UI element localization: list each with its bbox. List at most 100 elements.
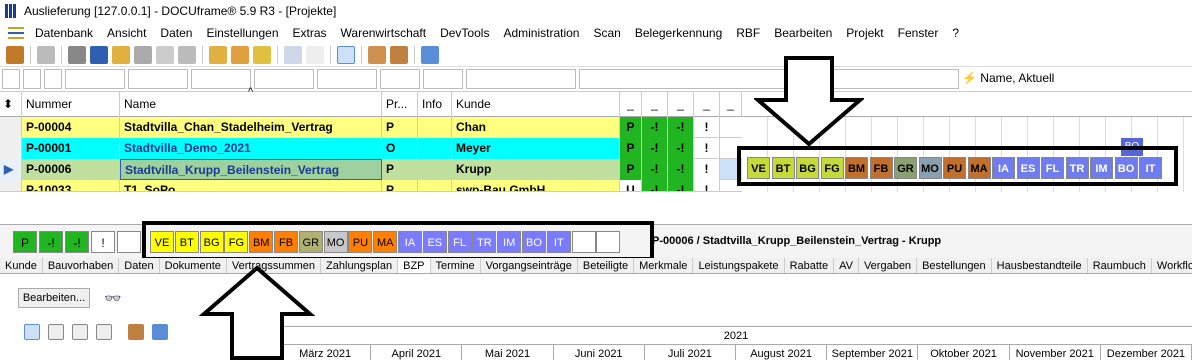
filter-field-5[interactable] — [191, 69, 251, 89]
filter-field-3[interactable] — [65, 69, 125, 89]
tab-kunde[interactable]: Kunde — [0, 258, 43, 273]
menu-warenwirtschaft[interactable]: Warenwirtschaft — [334, 23, 434, 43]
tab-merkmale[interactable]: Merkmale — [634, 258, 694, 273]
menu-datenbank[interactable]: Datenbank — [28, 23, 100, 43]
edit-pen-icon[interactable] — [128, 324, 144, 340]
tab-bauvorhaben[interactable]: Bauvorhaben — [43, 258, 120, 273]
column-prioritaet[interactable]: Pr... — [382, 92, 418, 117]
tab-zahlungsplan[interactable]: Zahlungsplan — [321, 258, 399, 273]
tab-beteiligte[interactable]: Beteiligte — [578, 258, 635, 273]
filter-field-6[interactable] — [254, 69, 314, 89]
filter-field-4[interactable] — [128, 69, 188, 89]
list-icon[interactable] — [90, 45, 108, 64]
card-icon[interactable] — [68, 45, 86, 64]
view-list-icon[interactable] — [24, 324, 40, 340]
clip-icon[interactable] — [156, 45, 174, 64]
user-edit-icon[interactable] — [390, 45, 408, 64]
filter-field-8[interactable] — [380, 69, 420, 89]
menu-app-icon[interactable] — [8, 27, 24, 39]
view-table-icon[interactable] — [72, 324, 88, 340]
column-nummer[interactable]: Nummer — [22, 92, 120, 117]
view-card-icon[interactable] — [48, 324, 64, 340]
tab-raumbuch[interactable]: Raumbuch — [1088, 258, 1152, 273]
tab-vorgangseintr-ge[interactable]: Vorgangseinträge — [481, 258, 578, 273]
menu-belegerkennung[interactable]: Belegerkennung — [628, 23, 729, 43]
row-indicator[interactable] — [0, 117, 22, 138]
sort-arrow-icon: ^ — [248, 86, 254, 98]
menu-scan[interactable]: Scan — [586, 23, 627, 43]
tab-termine[interactable]: Termine — [431, 258, 481, 273]
tab-daten[interactable]: Daten — [119, 258, 160, 273]
column-s4[interactable]: _ — [694, 92, 720, 117]
timeline-month: Juni 2021 — [554, 345, 645, 360]
menu-fenster[interactable]: Fenster — [891, 23, 946, 43]
column-s3[interactable]: _ — [668, 92, 694, 117]
status-p: P — [620, 138, 642, 159]
row-indicator[interactable] — [0, 138, 22, 159]
toolbar-separator — [330, 45, 331, 64]
tab-rabatte[interactable]: Rabatte — [785, 258, 835, 273]
copy-icon[interactable] — [134, 45, 152, 64]
users-icon[interactable] — [368, 45, 386, 64]
status-chip-left-0: P — [13, 231, 37, 253]
column-info[interactable]: Info — [418, 92, 452, 117]
search-next-icon[interactable] — [306, 45, 324, 64]
column-kunde[interactable]: Kunde — [452, 92, 620, 117]
tab-workflows[interactable]: Workflows — [1152, 258, 1192, 273]
export-icon[interactable] — [253, 45, 271, 64]
menu-extras[interactable]: Extras — [286, 23, 334, 43]
search-icon[interactable] — [284, 45, 302, 64]
print-icon[interactable] — [37, 45, 55, 64]
filter-toggle[interactable] — [2, 69, 20, 89]
tab-leistungspakete[interactable]: Leistungspakete — [693, 258, 785, 273]
menu-help[interactable]: ? — [945, 23, 966, 43]
timeline-year: 2021 — [280, 327, 1192, 345]
folder-icon[interactable] — [112, 45, 130, 64]
move-folder-icon[interactable] — [231, 45, 249, 64]
timeline-month: August 2021 — [736, 345, 828, 360]
filter-field-9[interactable] — [423, 69, 463, 89]
menu-daten[interactable]: Daten — [153, 23, 199, 43]
workflow-icon[interactable] — [421, 45, 439, 64]
status-warn-2: -! — [668, 159, 694, 180]
edit-button[interactable]: Bearbeiten... — [18, 288, 90, 308]
menu-administration[interactable]: Administration — [496, 23, 586, 43]
column-s1[interactable]: _ — [620, 92, 642, 117]
status-p: P — [620, 117, 642, 138]
filter-field-2[interactable] — [44, 69, 62, 89]
tab-av[interactable]: AV — [834, 258, 859, 273]
chart-icon[interactable] — [152, 324, 168, 340]
toolbar-separator — [414, 45, 415, 64]
filter-field-10[interactable] — [466, 69, 576, 89]
row-pointer-icon[interactable]: ▶ — [0, 159, 22, 180]
glasses-icon[interactable]: 👓 — [104, 290, 121, 307]
column-s2[interactable]: _ — [642, 92, 668, 117]
view-grid-icon[interactable] — [96, 324, 112, 340]
filter-field-1[interactable] — [23, 69, 41, 89]
detail-title: P-00006 / Stadtvilla_Krupp_Beilenstein_V… — [652, 235, 942, 247]
menu-ansicht[interactable]: Ansicht — [100, 23, 153, 43]
filter-field-7[interactable] — [317, 69, 377, 89]
menu-rbf[interactable]: RBF — [729, 23, 767, 43]
open-folder-icon[interactable] — [209, 45, 227, 64]
row-select-header[interactable]: ⬍ — [0, 92, 22, 117]
status-chip-empty — [117, 231, 141, 253]
tab-hausbestandteile[interactable]: Hausbestandteile — [992, 258, 1088, 273]
tab-vergaben[interactable]: Vergaben — [859, 258, 918, 273]
tab-bestellungen[interactable]: Bestellungen — [917, 258, 992, 273]
status-alert: ! — [694, 159, 720, 180]
row-indicator[interactable] — [0, 180, 22, 191]
cell-nummer: P-00001 — [22, 138, 120, 159]
tab-bzp[interactable]: BZP — [398, 258, 431, 273]
detail-view-icon[interactable] — [337, 45, 355, 64]
timeline: 2021 März 2021 April 2021 Mai 2021 Juni 202… — [280, 326, 1192, 360]
menu-einstellungen[interactable]: Einstellungen — [199, 23, 285, 43]
menu-devtools[interactable]: DevTools — [433, 23, 496, 43]
stack-icon[interactable] — [178, 45, 196, 64]
menu-bearbeiten[interactable]: Bearbeiten — [767, 23, 839, 43]
highlight-box-bottom — [142, 221, 654, 261]
new-project-icon[interactable] — [6, 45, 24, 64]
menu-projekt[interactable]: Projekt — [839, 23, 890, 43]
column-s5[interactable]: _ — [720, 92, 742, 117]
sort-indicator[interactable]: ⚡ Name, Aktuell — [962, 71, 1192, 89]
